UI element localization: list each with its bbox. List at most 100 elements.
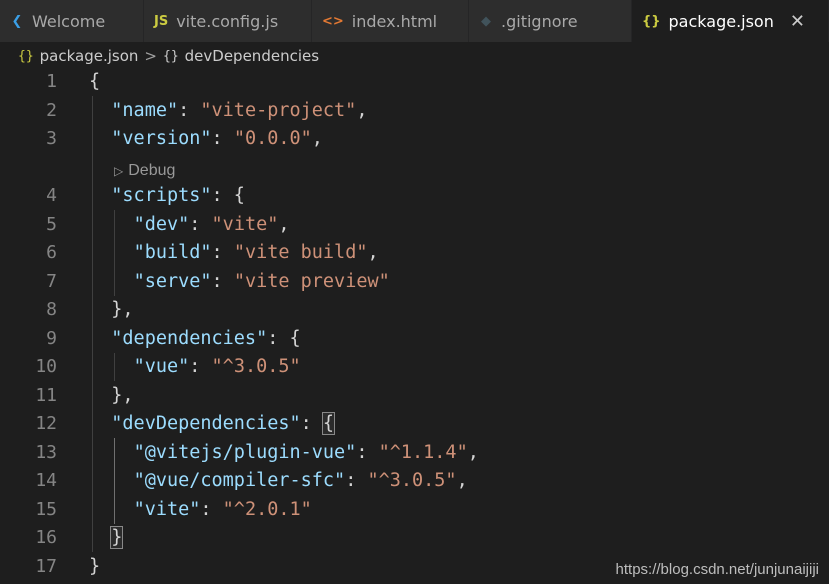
json-punctuation [89,499,134,520]
json-key: "@vitejs/plugin-vue" [133,441,357,463]
code-text: "version": "0.0.0", [89,125,323,153]
json-punctuation: : [200,498,223,520]
tab-welcome[interactable]: ❮ Welcome [0,0,144,42]
vscode-logo-icon: ❮ [11,13,23,29]
json-string: "^1.1.4" [378,441,468,463]
code-text: }, [89,382,134,410]
tab-label: vite.config.js [176,11,279,31]
json-punctuation: : [211,270,234,292]
indent-guide [92,96,93,552]
json-punctuation [89,442,134,463]
breadcrumb-symbol[interactable]: devDependencies [185,47,319,65]
breadcrumb-file[interactable]: package.json [40,47,139,65]
line-number: 9 [46,327,57,349]
line-number: 4 [46,185,57,206]
code-text: "@vue/compiler-sfc": "^3.0.5", [89,467,468,495]
code-text: }, [89,296,134,324]
line-number: 14 [35,470,57,491]
json-string: "^3.0.5" [211,356,301,377]
code-text: "serve": "vite preview" [89,268,390,296]
code-text: "build": "vite build", [89,239,379,267]
tab-index-html[interactable]: <> index.html [312,0,469,42]
json-punctuation: { [321,412,336,435]
json-string: "^3.0.5" [367,470,457,491]
code-text: "devDependencies": { [89,410,336,438]
json-key: "dependencies" [111,327,268,349]
json-key: "build" [133,242,212,263]
debug-play-icon: ▷ [114,164,124,178]
line-number: 16 [35,527,57,548]
indent-guide [114,353,115,381]
json-key: "vue" [133,356,190,377]
close-icon[interactable]: ✕ [790,11,805,32]
json-punctuation: : [211,128,234,149]
watermark: https://blog.csdn.net/junjunaijiji [615,561,819,578]
line-number: 12 [35,413,57,434]
json-string: "vite preview" [233,270,390,292]
code-text: "name": "vite-project", [89,97,367,125]
json-punctuation [89,271,134,292]
code-line[interactable]: 4 "scripts": { [0,182,829,210]
json-punctuation [89,242,134,263]
json-key: "vite" [133,498,201,520]
code-text: } [89,553,100,581]
json-punctuation: , [367,242,379,263]
code-line[interactable]: 2 "name": "vite-project", [0,97,829,125]
code-line[interactable]: 16 } [0,524,829,552]
html-file-icon: <> [322,13,344,29]
json-punctuation: : [300,413,323,434]
code-text: "scripts": { [89,182,245,210]
code-text: "dev": "vite", [89,211,290,239]
json-punctuation: }, [89,299,134,320]
json-punctuation: } [110,526,124,549]
json-key: "scripts" [111,185,212,206]
json-key: "devDependencies" [111,413,301,434]
json-punctuation [89,470,134,491]
code-line[interactable]: 7 "serve": "vite preview" [0,268,829,296]
code-line[interactable]: 3 "version": "0.0.0", [0,125,829,153]
line-number: 17 [35,555,57,577]
json-punctuation: }, [89,384,134,406]
json-string: "vite build" [233,242,368,263]
debug-codelens[interactable]: ▷ Debug [114,161,175,181]
code-text: { [89,68,100,96]
code-line[interactable]: 5 "dev": "vite", [0,211,829,239]
code-line[interactable]: 11 }, [0,382,829,410]
json-punctuation: , [311,128,323,149]
tab-vite-config-js[interactable]: JS vite.config.js [144,0,312,42]
code-line[interactable]: 14 "@vue/compiler-sfc": "^3.0.5", [0,467,829,495]
tab-package-json[interactable]: {} package.json ✕ [632,0,829,42]
line-number: 7 [46,270,57,292]
code-text: "dependencies": { [89,325,300,353]
code-text: "vite": "^2.0.1" [89,496,312,524]
json-punctuation: : [356,441,379,463]
json-file-icon: {} [18,48,34,64]
tab-gitignore[interactable]: ◆ .gitignore [469,0,632,42]
tab-label: package.json [668,11,774,31]
json-punctuation: : [211,242,234,263]
code-line[interactable]: 1{ [0,68,829,96]
code-text: } [89,524,124,552]
line-number: 10 [35,356,57,377]
code-text: "@vitejs/plugin-vue": "^1.1.4", [89,439,479,467]
code-line[interactable]: 6 "build": "vite build", [0,239,829,267]
json-punctuation: : [345,470,368,491]
code-line[interactable]: 8 }, [0,296,829,324]
json-punctuation [89,214,134,235]
object-symbol-icon: {} [163,48,179,64]
code-line[interactable]: 10 "vue": "^3.0.5" [0,353,829,381]
code-line[interactable]: 15 "vite": "^2.0.1" [0,496,829,524]
indent-guide [114,210,115,296]
json-punctuation: } [89,555,101,577]
code-line[interactable]: 12 "devDependencies": { [0,410,829,438]
line-number: 2 [46,99,57,121]
line-number: 5 [46,213,57,235]
indent-guide [114,438,115,524]
json-string: "^2.0.1" [222,498,312,520]
code-line[interactable]: 13 "@vitejs/plugin-vue": "^1.1.4", [0,439,829,467]
code-text: "vue": "^3.0.5" [89,353,301,381]
json-key: "serve" [133,270,212,292]
json-punctuation: { [89,71,101,92]
code-line[interactable]: 9 "dependencies": { [0,325,829,353]
code-editor[interactable]: ▷ Debug 1{2 "name": "vite-project", 3 "ver… [0,68,829,584]
